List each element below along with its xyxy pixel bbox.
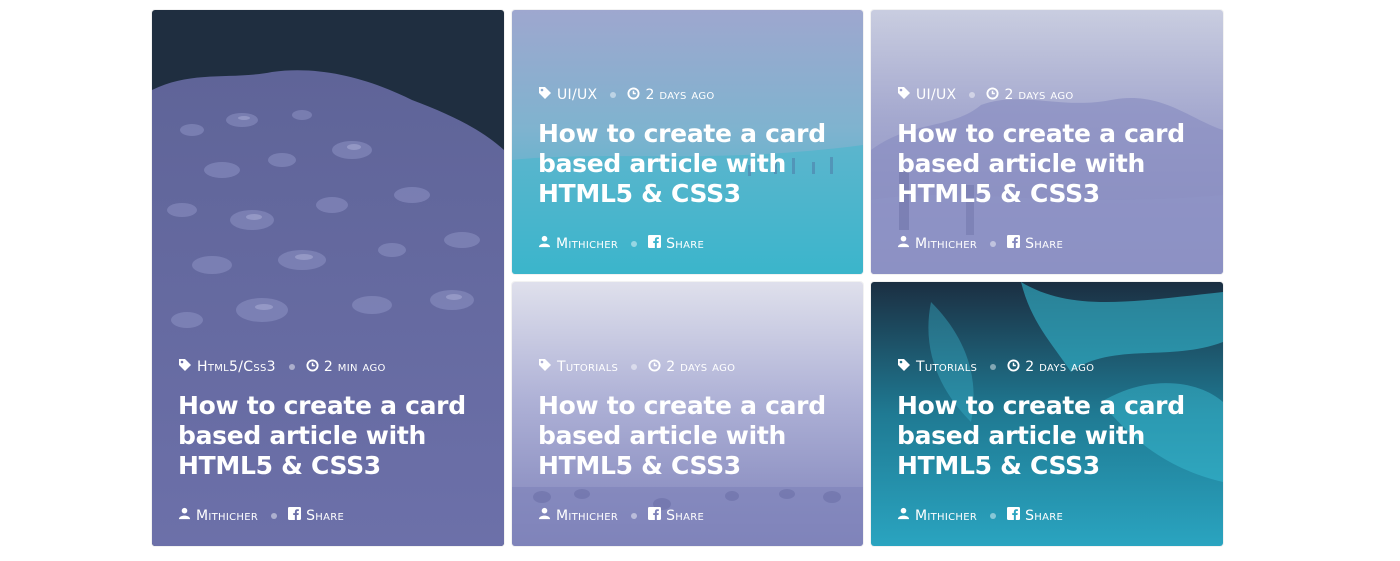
post-time: 2 days ago xyxy=(1004,87,1074,103)
article-card-1[interactable]: Html5/Css3 2 min ago How to create a car… xyxy=(152,10,504,546)
facebook-icon xyxy=(288,507,302,524)
clock-icon xyxy=(306,358,319,376)
clock-icon xyxy=(627,86,640,104)
separator-dot xyxy=(288,364,295,370)
separator-dot xyxy=(631,364,638,370)
post-time: 2 days ago xyxy=(1025,359,1095,375)
post-time: 2 min ago xyxy=(323,359,386,375)
category-link[interactable]: UI/UX xyxy=(557,87,597,103)
tag-icon xyxy=(897,358,911,376)
category-link[interactable]: Html5/Css3 xyxy=(197,359,276,375)
card-meta: Tutorials 2 days ago xyxy=(897,358,1203,376)
user-icon xyxy=(897,235,910,252)
card-footer: Mithicher Share xyxy=(178,507,484,524)
clock-icon xyxy=(986,86,999,104)
user-icon xyxy=(538,507,551,524)
separator-dot xyxy=(990,512,997,519)
user-icon xyxy=(897,507,910,524)
separator-dot xyxy=(631,240,638,247)
separator-dot xyxy=(271,512,278,519)
clock-icon xyxy=(1007,358,1020,376)
user-icon xyxy=(538,235,551,252)
post-time: 2 days ago xyxy=(645,87,715,103)
card-meta: UI/UX 2 days ago xyxy=(897,86,1203,104)
facebook-icon xyxy=(1007,235,1021,252)
card-content: UI/UX 2 days ago How to create a card ba… xyxy=(538,86,843,252)
share-link[interactable]: Share xyxy=(1025,508,1063,524)
author-link[interactable]: Mithicher xyxy=(196,508,258,524)
card-meta: Html5/Css3 2 min ago xyxy=(178,358,484,376)
card-title[interactable]: How to create a card based article with … xyxy=(538,391,843,481)
card-title[interactable]: How to create a card based article with … xyxy=(538,119,843,209)
author-link[interactable]: Mithicher xyxy=(915,236,977,252)
article-card-3[interactable]: UI/UX 2 days ago How to create a card ba… xyxy=(871,10,1223,274)
card-title[interactable]: How to create a card based article with … xyxy=(178,391,484,481)
category-link[interactable]: Tutorials xyxy=(557,359,618,375)
card-content: Tutorials 2 days ago How to create a car… xyxy=(538,358,843,524)
article-card-2[interactable]: UI/UX 2 days ago How to create a card ba… xyxy=(512,10,863,274)
card-content: Html5/Css3 2 min ago How to create a car… xyxy=(178,358,484,524)
card-footer: Mithicher Share xyxy=(897,507,1203,524)
separator-dot xyxy=(990,240,997,247)
card-content: UI/UX 2 days ago How to create a card ba… xyxy=(897,86,1203,252)
author-link[interactable]: Mithicher xyxy=(556,236,618,252)
card-meta: Tutorials 2 days ago xyxy=(538,358,843,376)
card-footer: Mithicher Share xyxy=(897,235,1203,252)
author-link[interactable]: Mithicher xyxy=(556,508,618,524)
tag-icon xyxy=(178,358,192,376)
card-footer: Mithicher Share xyxy=(538,235,843,252)
share-link[interactable]: Share xyxy=(666,508,704,524)
category-link[interactable]: Tutorials xyxy=(916,359,977,375)
clock-icon xyxy=(648,358,661,376)
share-link[interactable]: Share xyxy=(1025,236,1063,252)
category-link[interactable]: UI/UX xyxy=(916,87,956,103)
post-time: 2 days ago xyxy=(666,359,736,375)
article-card-grid: Html5/Css3 2 min ago How to create a car… xyxy=(0,0,1400,561)
user-icon xyxy=(178,507,191,524)
separator-dot xyxy=(631,512,638,519)
author-link[interactable]: Mithicher xyxy=(915,508,977,524)
card-title[interactable]: How to create a card based article with … xyxy=(897,119,1203,209)
tag-icon xyxy=(897,86,911,104)
separator-dot xyxy=(990,364,997,370)
card-meta: UI/UX 2 days ago xyxy=(538,86,843,104)
tag-icon xyxy=(538,86,552,104)
separator-dot xyxy=(969,92,976,98)
article-card-5[interactable]: Tutorials 2 days ago How to create a car… xyxy=(871,282,1223,546)
card-title[interactable]: How to create a card based article with … xyxy=(897,391,1203,481)
facebook-icon xyxy=(1007,507,1021,524)
separator-dot xyxy=(610,92,617,98)
facebook-icon xyxy=(648,235,662,252)
card-content: Tutorials 2 days ago How to create a car… xyxy=(897,358,1203,524)
article-card-4[interactable]: Tutorials 2 days ago How to create a car… xyxy=(512,282,863,546)
facebook-icon xyxy=(648,507,662,524)
share-link[interactable]: Share xyxy=(666,236,704,252)
card-footer: Mithicher Share xyxy=(538,507,843,524)
share-link[interactable]: Share xyxy=(306,508,344,524)
tag-icon xyxy=(538,358,552,376)
